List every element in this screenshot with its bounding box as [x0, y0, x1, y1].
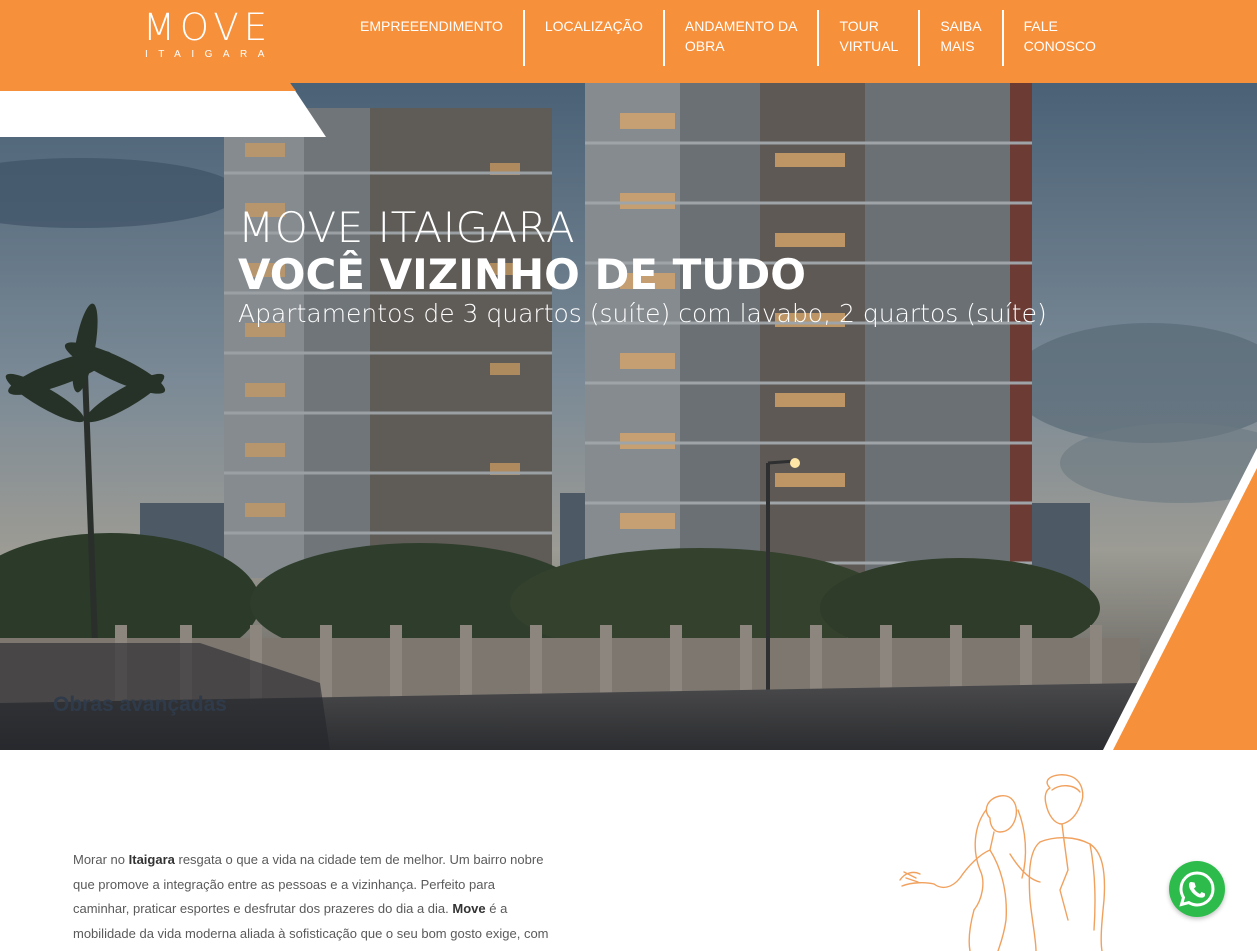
- nav-label: TOUR: [839, 18, 879, 34]
- hero-title: MOVE ITAIGARA: [238, 203, 576, 252]
- nav-label: ANDAMENTO DA: [684, 18, 798, 34]
- whatsapp-icon: [1179, 871, 1215, 907]
- obras-badge-shape: [0, 83, 326, 137]
- nav-label-line2: CONOSCO: [1023, 38, 1096, 54]
- nav-item-andamento-da-obra[interactable]: ANDAMENTO DA OBRA: [665, 10, 820, 66]
- hero-description: Apartamentos de 3 quartos (suíte) com la…: [238, 299, 1047, 328]
- nav-label: LOCALIZAÇÃO: [544, 18, 643, 34]
- main-nav: EMPREEENDIMENTO LOCALIZAÇÃO ANDAMENTO DA…: [340, 10, 1116, 66]
- logo-sub-text: ITAIGARA: [145, 49, 275, 60]
- move-itaigara-logo[interactable]: MOVE ITAIGARA: [143, 6, 313, 60]
- logo-main-text: MOVE: [143, 6, 273, 49]
- obras-avancadas-badge: Obras avançadas: [53, 693, 227, 716]
- hero-building-image: [0, 83, 1257, 750]
- nav-label-line2: MAIS: [940, 38, 975, 54]
- nav-item-saiba-mais[interactable]: SAIBA MAIS: [920, 10, 1004, 66]
- hero-text-block: MOVE ITAIGARA VOCÊ VIZINHO DE TUDO Apart…: [238, 205, 1047, 329]
- nav-label-line2: VIRTUAL: [839, 38, 899, 54]
- couple-line-illustration: [899, 774, 1106, 951]
- intro-paragraph: Morar no Itaigara resgata o que a vida n…: [73, 848, 553, 951]
- intro-bold-move: Move: [452, 901, 486, 916]
- nav-label-line2: OBRA: [684, 38, 725, 54]
- nav-item-localizacao[interactable]: LOCALIZAÇÃO: [525, 10, 665, 66]
- intro-text-1: Morar no: [73, 852, 129, 867]
- nav-item-tour-virtual[interactable]: TOUR VIRTUAL: [819, 10, 921, 66]
- whatsapp-button[interactable]: [1169, 861, 1225, 917]
- nav-label: SAIBA: [940, 18, 982, 34]
- nav-label: FALE: [1023, 18, 1058, 34]
- nav-item-empreendimento[interactable]: EMPREEENDIMENTO: [340, 10, 525, 66]
- hero-subtitle: VOCÊ VIZINHO DE TUDO: [238, 250, 806, 299]
- nav-item-fale-conosco[interactable]: FALE CONOSCO: [1004, 10, 1116, 66]
- nav-label: EMPREEENDIMENTO: [360, 18, 503, 34]
- top-navigation-bar: MOVE ITAIGARA EMPREEENDIMENTO LOCALIZAÇÃ…: [0, 0, 1257, 83]
- intro-bold-itaigara: Itaigara: [128, 852, 175, 867]
- hero-banner: MOVE ITAIGARA VOCÊ VIZINHO DE TUDO Apart…: [0, 83, 1257, 750]
